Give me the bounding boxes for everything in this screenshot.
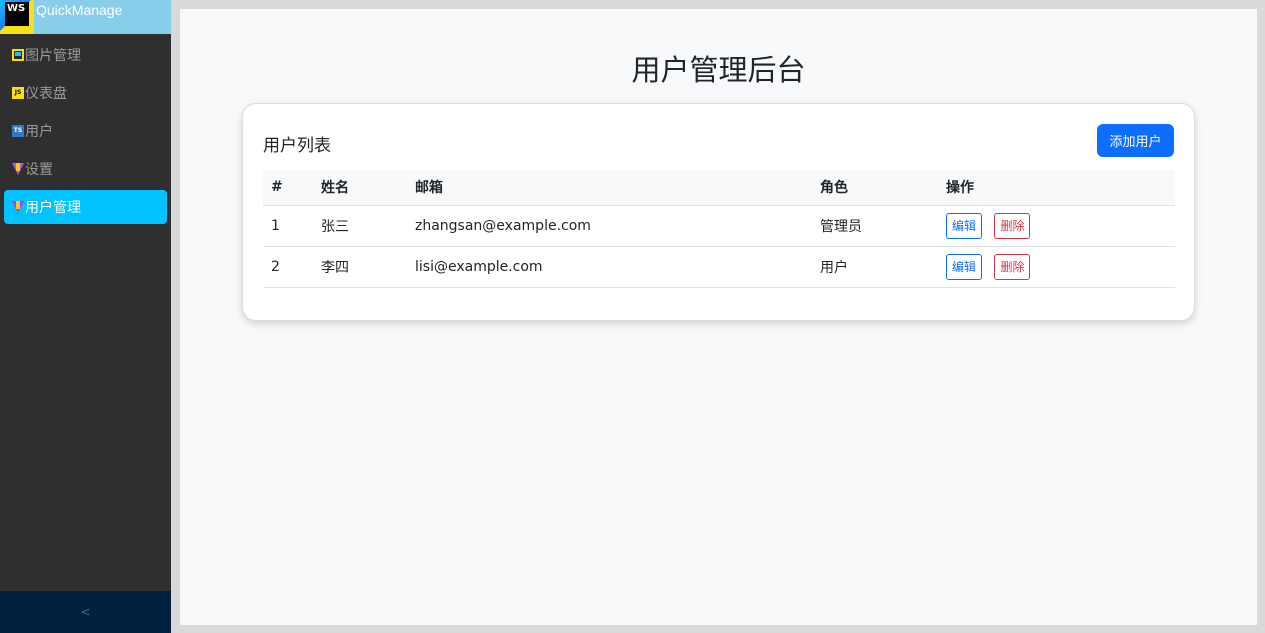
sidebar-item-label: 图片管理 <box>25 48 81 64</box>
cell-name: 李四 <box>313 246 407 288</box>
user-list-card: 用户列表 添加用户 # 姓名 邮箱 角色 操作 1 张三 zhangsan@ex… <box>242 103 1195 321</box>
ts-icon: TS <box>12 125 24 137</box>
sidebar-item-label: 设置 <box>25 162 53 178</box>
sidebar-item-users[interactable]: TS 用户 <box>4 114 167 148</box>
sidebar: WS QuickManage 图片管理 JS 仪表盘 TS 用户 设置 用户管理… <box>0 0 171 633</box>
column-header-actions: 操作 <box>938 170 1175 206</box>
sidebar-item-label: 仪表盘 <box>25 86 67 102</box>
app-title: QuickManage <box>36 2 123 18</box>
cell-email: zhangsan@example.com <box>407 205 812 247</box>
add-user-button[interactable]: 添加用户 <box>1097 124 1174 157</box>
sidebar-item-dashboard[interactable]: JS 仪表盘 <box>4 76 167 110</box>
app-root: WS QuickManage 图片管理 JS 仪表盘 TS 用户 设置 用户管理… <box>0 0 1265 633</box>
user-table: # 姓名 邮箱 角色 操作 1 张三 zhangsan@example.com … <box>263 170 1175 288</box>
image-icon <box>12 49 24 61</box>
sidebar-collapse-button[interactable]: < <box>0 591 171 633</box>
webstorm-logo-icon: WS <box>0 0 34 34</box>
table-header-row: # 姓名 邮箱 角色 操作 <box>263 170 1175 206</box>
cell-role: 用户 <box>812 246 938 288</box>
cell-email: lisi@example.com <box>407 246 812 288</box>
cell-name: 张三 <box>313 205 407 247</box>
page-title: 用户管理后台 <box>631 53 806 87</box>
vite-icon <box>12 163 24 175</box>
edit-button[interactable]: 编辑 <box>946 253 983 280</box>
brand-header[interactable]: WS QuickManage <box>0 0 171 34</box>
column-header-number: # <box>263 170 313 206</box>
sidebar-item-user-management[interactable]: 用户管理 <box>4 190 167 224</box>
edit-button[interactable]: 编辑 <box>946 212 983 239</box>
collapse-chevron-icon: < <box>80 605 91 619</box>
cell-role: 管理员 <box>812 205 938 247</box>
table-row: 2 李四 lisi@example.com 用户 编辑 删除 <box>263 246 1175 288</box>
sidebar-item-label: 用户 <box>25 124 53 140</box>
delete-button[interactable]: 删除 <box>994 212 1031 239</box>
column-header-name: 姓名 <box>313 170 407 206</box>
logo-badge: WS <box>5 2 29 26</box>
sidebar-item-images[interactable]: 图片管理 <box>4 38 167 72</box>
column-header-email: 邮箱 <box>407 170 812 206</box>
table-row: 1 张三 zhangsan@example.com 管理员 编辑 删除 <box>263 205 1175 247</box>
vite-icon <box>12 201 24 213</box>
cell-id: 2 <box>263 246 313 288</box>
cell-actions: 编辑 删除 <box>938 246 1175 288</box>
column-header-role: 角色 <box>812 170 938 206</box>
cell-id: 1 <box>263 205 313 247</box>
main-content: 用户管理后台 用户列表 添加用户 # 姓名 邮箱 角色 操作 1 张三 zhan… <box>180 9 1257 625</box>
sidebar-item-settings[interactable]: 设置 <box>4 152 167 186</box>
delete-button[interactable]: 删除 <box>994 253 1031 280</box>
js-icon: JS <box>12 87 24 99</box>
card-title: 用户列表 <box>263 136 331 156</box>
sidebar-item-label: 用户管理 <box>25 200 81 216</box>
cell-actions: 编辑 删除 <box>938 205 1175 247</box>
sidebar-nav: 图片管理 JS 仪表盘 TS 用户 设置 用户管理 <box>0 38 171 228</box>
